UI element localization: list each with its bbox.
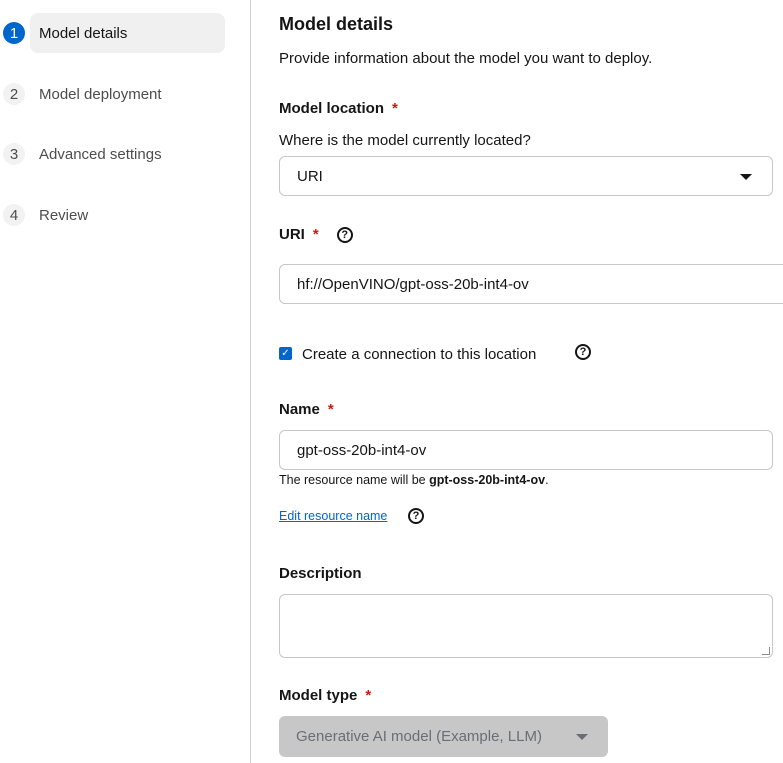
required-mark: * (312, 226, 319, 243)
page-title: Model details (279, 14, 394, 34)
page-subtitle: Provide information about the model you … (279, 50, 653, 67)
step-number: 4 (3, 204, 25, 226)
step-advanced-settings[interactable]: 3 Advanced settings (0, 134, 162, 174)
resize-handle-icon[interactable] (762, 647, 770, 655)
resource-name-hint: The resource name will be gpt-oss-20b-in… (279, 473, 549, 487)
name-label: Name * (279, 401, 334, 418)
help-icon[interactable]: ? (408, 508, 424, 524)
step-number: 3 (3, 143, 25, 165)
model-location-label: Model location * (279, 100, 398, 117)
create-connection-checkbox[interactable]: ✓ (279, 347, 292, 360)
caret-down-icon (740, 174, 752, 180)
step-number: 2 (3, 83, 25, 105)
name-value: gpt-oss-20b-int4-ov (297, 441, 427, 459)
resource-name-value: gpt-oss-20b-int4-ov (429, 473, 546, 487)
create-connection-label: Create a connection to this location (302, 346, 537, 363)
help-icon[interactable]: ? (336, 226, 353, 243)
model-location-selected: URI (297, 167, 323, 185)
wizard-sidebar: 1 Model details 2 Model deployment 3 Adv… (0, 0, 251, 763)
description-label: Description (279, 565, 362, 582)
model-type-selected: Generative AI model (Example, LLM) (296, 728, 542, 745)
uri-label: URI * ? (279, 226, 353, 243)
step-label: Advanced settings (39, 145, 162, 163)
step-label: Model deployment (39, 85, 162, 103)
required-mark: * (327, 401, 334, 418)
required-mark: * (365, 687, 372, 704)
help-icon[interactable]: ? (575, 344, 591, 360)
step-model-deployment[interactable]: 2 Model deployment (0, 74, 162, 114)
step-review[interactable]: 4 Review (0, 195, 88, 235)
step-label: Model details (39, 24, 128, 42)
step-number: 1 (3, 22, 25, 44)
edit-resource-name-link[interactable]: Edit resource name (279, 509, 387, 523)
model-location-question: Where is the model currently located? (279, 132, 531, 149)
description-textarea[interactable] (279, 594, 773, 658)
model-type-label: Model type * (279, 687, 372, 704)
model-location-select[interactable]: URI (279, 156, 773, 196)
uri-input[interactable]: hf://OpenVINO/gpt-oss-20b-int4-ov (279, 264, 783, 304)
uri-value: hf://OpenVINO/gpt-oss-20b-int4-ov (297, 275, 529, 293)
step-model-details[interactable]: 1 Model details (0, 13, 225, 53)
step-label: Review (39, 206, 89, 224)
caret-down-icon (576, 734, 588, 740)
required-mark: * (392, 100, 398, 117)
model-type-select: Generative AI model (Example, LLM) (279, 716, 608, 757)
name-input[interactable]: gpt-oss-20b-int4-ov (279, 430, 773, 470)
